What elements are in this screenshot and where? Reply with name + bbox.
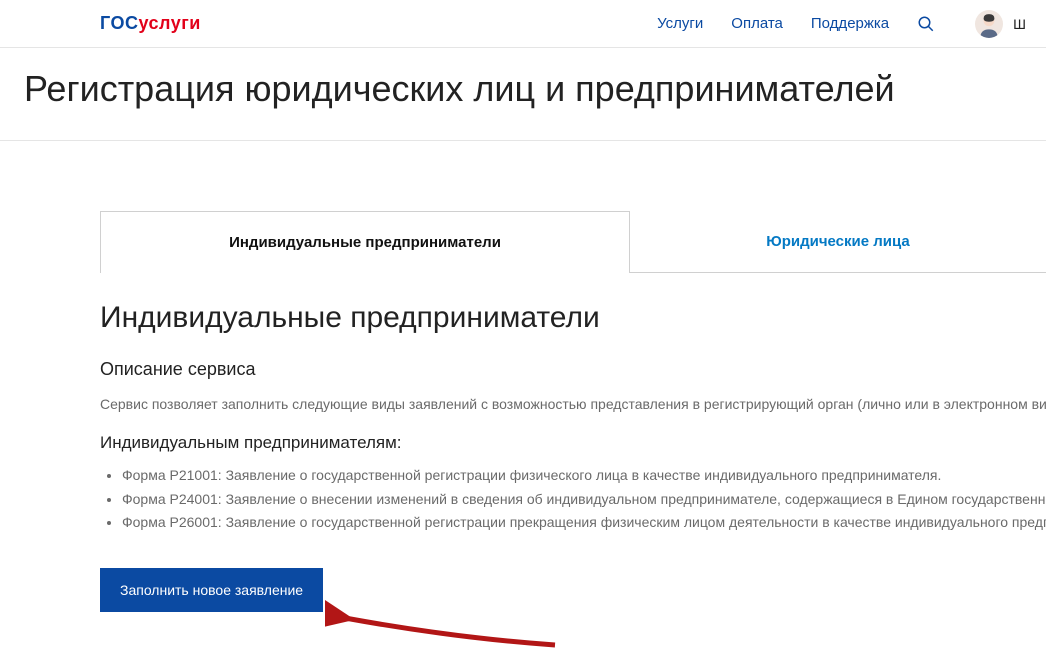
- logo-part2: услуги: [138, 13, 200, 33]
- ip-heading: Индивидуальным предпринимателям:: [100, 433, 1046, 453]
- content: Индивидуальные предприниматели Юридическ…: [0, 141, 1046, 652]
- page-title: Регистрация юридических лиц и предприним…: [24, 68, 1046, 110]
- service-desc-text: Сервис позволяет заполнить следующие вид…: [100, 394, 1046, 415]
- search-icon[interactable]: [917, 15, 935, 33]
- section-title: Индивидуальные предприниматели: [100, 301, 1046, 335]
- page-title-wrap: Регистрация юридических лиц и предприним…: [0, 48, 1046, 141]
- header: госуслуги Услуги Оплата Поддержка Ш: [0, 0, 1046, 48]
- tab-legal[interactable]: Юридические лица: [630, 211, 1046, 273]
- user-initial: Ш: [1013, 16, 1026, 32]
- nav-services[interactable]: Услуги: [657, 15, 703, 32]
- list-item: Форма Р21001: Заявление о государственно…: [122, 465, 1046, 487]
- service-desc-heading: Описание сервиса: [100, 359, 1046, 380]
- list-item: Форма Р24001: Заявление о внесении измен…: [122, 489, 1046, 511]
- tabs: Индивидуальные предприниматели Юридическ…: [100, 211, 1046, 273]
- logo-part1: гос: [100, 13, 138, 33]
- nav-support[interactable]: Поддержка: [811, 15, 889, 32]
- nav-payment[interactable]: Оплата: [731, 15, 783, 32]
- forms-list: Форма Р21001: Заявление о государственно…: [100, 465, 1046, 534]
- new-application-button[interactable]: Заполнить новое заявление: [100, 568, 323, 612]
- avatar[interactable]: [975, 10, 1003, 38]
- tab-ip[interactable]: Индивидуальные предприниматели: [100, 211, 630, 273]
- logo[interactable]: госуслуги: [100, 13, 201, 34]
- nav: Услуги Оплата Поддержка: [657, 15, 935, 33]
- list-item: Форма Р26001: Заявление о государственно…: [122, 512, 1046, 534]
